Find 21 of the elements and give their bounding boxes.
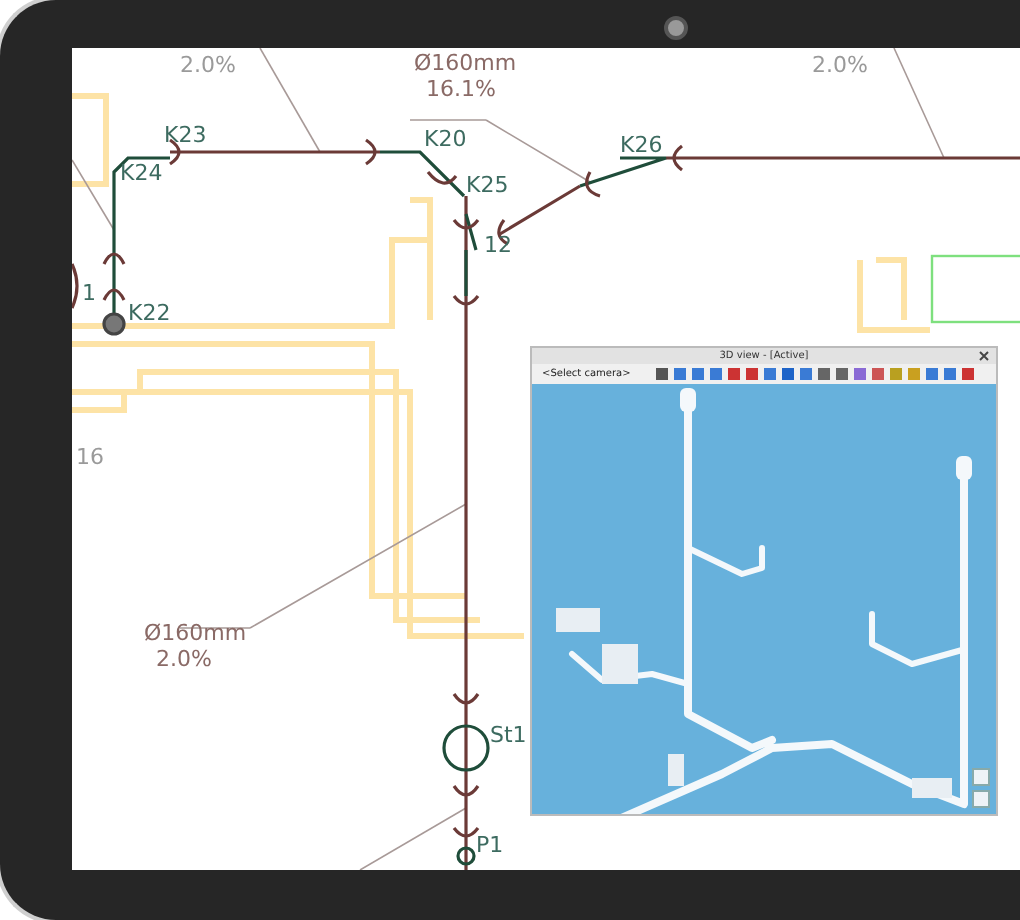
- node-label: 1: [82, 280, 96, 306]
- node-label: St1: [490, 722, 527, 748]
- close-icon[interactable]: [978, 350, 990, 362]
- node-label: K20: [424, 126, 467, 152]
- pipe-size-label: Ø160mm: [144, 620, 247, 646]
- pipe-size-label: Ø160mm: [414, 50, 517, 76]
- pipe-slope-label: 2.0%: [156, 646, 212, 672]
- fixture-outline: [930, 254, 1020, 324]
- node-label: 12: [484, 232, 512, 258]
- slope-label: 2.0%: [180, 52, 236, 78]
- node-label: K23: [164, 122, 207, 148]
- pipe-slope-label: 16.1%: [426, 76, 496, 102]
- slope-label: 16: [76, 444, 104, 470]
- node-label: K26: [620, 132, 663, 158]
- wall-line: [72, 93, 109, 187]
- wall-line: [857, 257, 933, 333]
- node-label: K24: [120, 160, 163, 186]
- node-label: P1: [476, 832, 504, 858]
- slope-label: 2.0%: [812, 52, 868, 78]
- node-label: K25: [466, 172, 509, 198]
- node-label: K22: [128, 300, 171, 326]
